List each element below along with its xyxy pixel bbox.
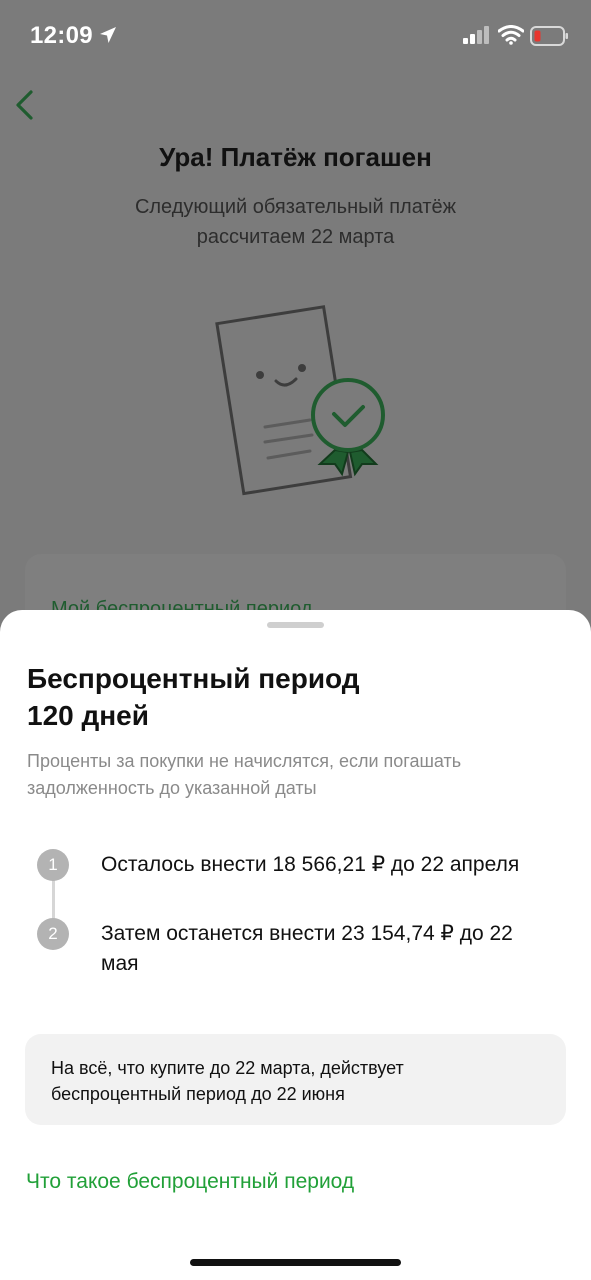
paid-document-illustration <box>215 305 385 496</box>
status-bar: 12:09 <box>0 0 591 72</box>
what-is-interest-free-link[interactable]: Что такое беспроцентный период <box>26 1170 354 1194</box>
sheet-title: Беспроцентный период 120 дней <box>27 660 547 734</box>
step-2-text: Затем останется внести 23 154,74 ₽ до 22… <box>101 922 513 975</box>
step-2-badge: 2 <box>37 918 69 950</box>
timeline-connector <box>52 877 55 919</box>
sheet-title-line2: 120 дней <box>27 700 149 731</box>
wifi-icon <box>498 25 524 45</box>
battery-low-icon <box>530 26 568 46</box>
step-1-text: Осталось внести 18 566,21 ₽ до 22 апреля <box>101 853 520 876</box>
status-time: 12:09 <box>30 22 93 49</box>
step-1-badge: 1 <box>37 849 69 881</box>
sheet-title-line1: Беспроцентный период <box>27 663 360 694</box>
back-chevron-icon[interactable] <box>12 89 36 121</box>
info-note-text: На всё, что купите до 22 марта, действуе… <box>51 1058 404 1104</box>
sheet-description: Проценты за покупки не начислятся, если … <box>27 751 462 798</box>
bottom-sheet: Беспроцентный период 120 дней Проценты з… <box>0 610 591 1280</box>
location-arrow-icon <box>100 27 116 43</box>
home-indicator[interactable] <box>190 1259 401 1266</box>
info-note-box: На всё, что купите до 22 марта, действуе… <box>25 1034 566 1125</box>
next-payment-subtitle: Следующий обязательный платёж рассчитаем… <box>134 196 457 248</box>
cellular-signal-icon <box>463 26 489 44</box>
sheet-grabber-handle[interactable] <box>267 622 324 628</box>
payment-success-title: Ура! Платёж погашен <box>159 142 432 172</box>
